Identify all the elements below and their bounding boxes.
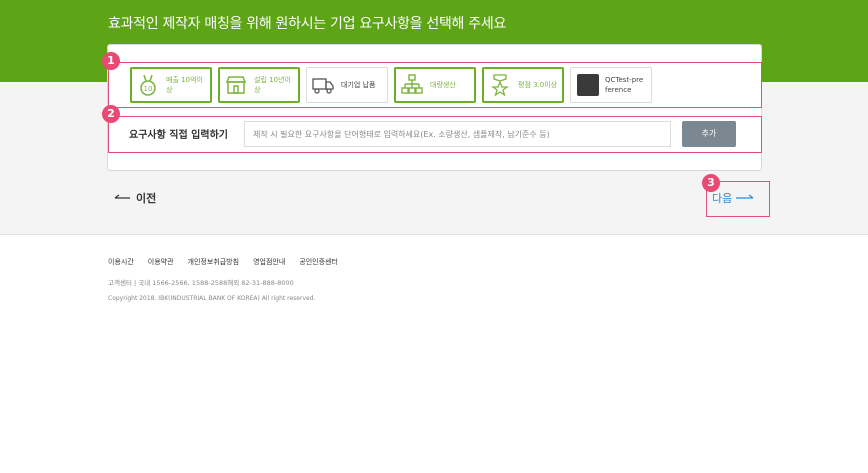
annotation-box-1 [108,62,762,108]
footer-link[interactable]: 영업점안내 [253,257,285,267]
next-button[interactable]: 다음 [712,190,754,206]
footer-link[interactable]: 이용약관 [148,257,174,267]
footer-divider [0,234,868,235]
annotation-badge-1: 1 [102,52,120,70]
footer-links: 이용시간 이용약관 개인정보취급방침 영업점안내 공인인증센터 [108,257,338,267]
footer-link[interactable]: 공인인증센터 [299,257,338,267]
footer-link[interactable]: 이용시간 [108,257,134,267]
page-title: 효과적인 제작자 매칭을 위해 원하시는 기업 요구사항을 선택해 주세요 [108,16,507,32]
next-label: 다음 [712,192,733,205]
footer-link[interactable]: 개인정보취급방침 [188,257,240,267]
arrow-right-icon [736,194,754,199]
prev-button[interactable]: 이전 [114,190,156,206]
footer-copyright: Copyright 2018. IBK(INDUSTRIAL BANK OF K… [108,295,316,302]
annotation-box-2 [108,116,762,153]
arrow-left-icon [114,194,130,199]
prev-label: 이전 [136,192,157,205]
annotation-badge-2: 2 [102,105,120,123]
footer-contact: 고객센터 | 국내 1566-2566, 1588-2588해외 82-31-8… [108,279,294,287]
